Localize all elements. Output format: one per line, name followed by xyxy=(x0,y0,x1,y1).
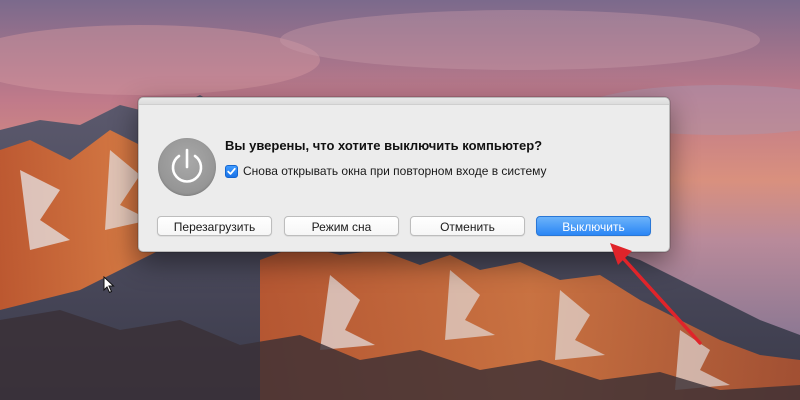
restart-button[interactable]: Перезагрузить xyxy=(157,216,272,236)
reopen-windows-checkbox[interactable] xyxy=(225,164,238,178)
power-icon xyxy=(158,138,216,196)
annotation-arrow xyxy=(600,235,710,355)
dialog-titlebar xyxy=(139,98,669,105)
dialog-title: Вы уверены, что хотите выключить компьют… xyxy=(225,138,543,153)
mouse-cursor-icon xyxy=(103,275,115,299)
shutdown-button[interactable]: Выключить xyxy=(536,216,651,236)
reopen-windows-option[interactable]: Снова открывать окна при повторном входе… xyxy=(225,162,547,180)
shutdown-dialog: Вы уверены, что хотите выключить компьют… xyxy=(138,97,670,252)
reopen-windows-label: Снова открывать окна при повторном входе… xyxy=(243,164,547,178)
cancel-button[interactable]: Отменить xyxy=(410,216,525,236)
sleep-button[interactable]: Режим сна xyxy=(284,216,399,236)
checkmark-icon xyxy=(227,167,236,175)
